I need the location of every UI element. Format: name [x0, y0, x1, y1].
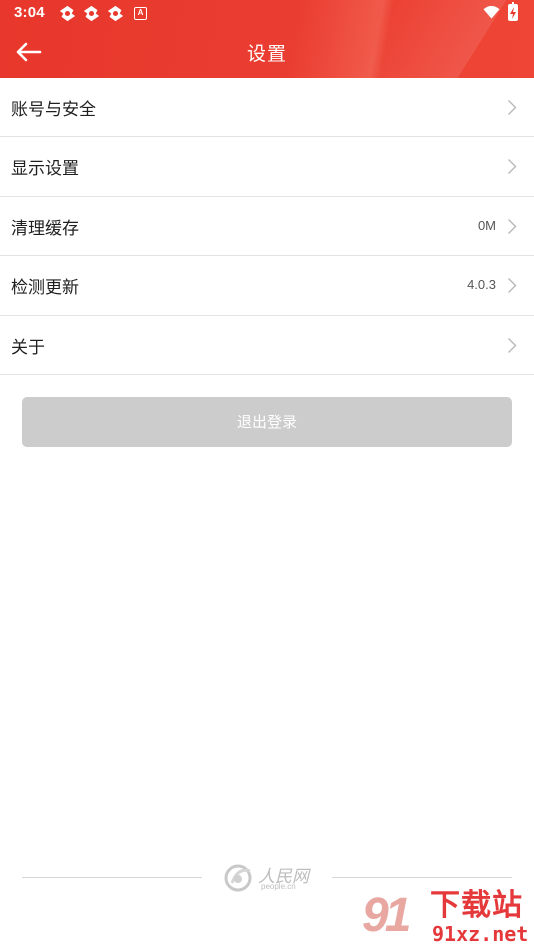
footer-divider — [22, 877, 202, 878]
status-bar: 3:04 A — [0, 0, 534, 26]
settings-item-label: 检测更新 — [11, 278, 79, 299]
watermark-number: 91 — [362, 889, 411, 942]
settings-item-label: 账号与安全 — [11, 100, 96, 120]
chevron-right-icon — [507, 158, 517, 175]
chevron-right-icon — [507, 337, 517, 354]
toolbar: 设置 — [0, 26, 534, 78]
status-time: 3:04 — [14, 4, 45, 21]
footer-divider — [332, 877, 512, 878]
watermark: 91 下载站 91xz.net — [360, 888, 534, 950]
chevron-right-icon — [507, 277, 517, 294]
logout-button[interactable]: 退出登录 — [22, 397, 512, 447]
people-cn-logo: 人民网 people.cn — [224, 862, 314, 894]
chevron-right-icon — [507, 99, 517, 116]
wifi-icon — [483, 5, 500, 20]
watermark-url: 91xz.net — [432, 922, 529, 946]
logo-subtext: people.cn — [261, 882, 296, 891]
settings-item-label: 清理缓存 — [11, 218, 79, 239]
app-notification-icon — [107, 5, 124, 22]
app-notification-icon — [83, 5, 100, 22]
settings-item-about[interactable]: 关于 — [0, 315, 534, 375]
settings-item-check-update[interactable]: 检测更新 4.0.3 — [0, 256, 534, 316]
chevron-right-icon — [507, 218, 517, 235]
cache-size-value: 0M — [477, 217, 496, 233]
settings-item-label: 显示设置 — [11, 159, 79, 180]
version-value: 4.0.3 — [467, 277, 496, 293]
settings-list: 账号与安全 显示设置 清理缓存 0M 检测更新 4.0.3 关于 — [0, 78, 534, 375]
battery-charging-icon — [508, 2, 518, 21]
settings-item-clear-cache[interactable]: 清理缓存 0M — [0, 196, 534, 257]
people-cn-logo-icon — [224, 864, 252, 892]
app-notification-icon — [59, 5, 76, 22]
settings-item-account-security[interactable]: 账号与安全 — [0, 78, 534, 138]
a-notification-icon: A — [134, 7, 147, 20]
page-title: 设置 — [246, 43, 287, 65]
watermark-text: 下载站 — [430, 888, 523, 923]
app-header: 3:04 A 设置 — [0, 0, 534, 78]
settings-item-display[interactable]: 显示设置 — [0, 137, 534, 197]
settings-item-label: 关于 — [11, 337, 45, 358]
